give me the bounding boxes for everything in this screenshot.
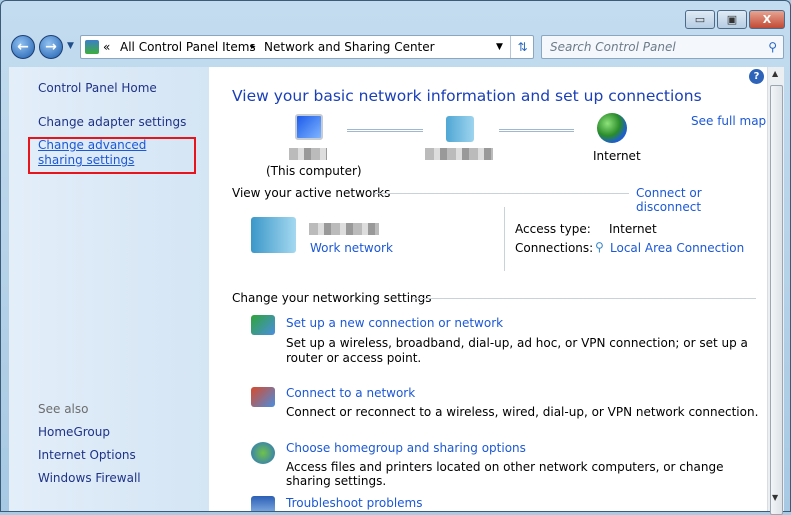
control-panel-home-link[interactable]: Control Panel Home <box>38 81 209 95</box>
setup-new-connection-link[interactable]: Set up a new connection or network <box>286 316 503 330</box>
troubleshoot-problems-link[interactable]: Troubleshoot problems <box>286 496 422 510</box>
divider <box>374 193 629 194</box>
computer-name-redacted <box>289 148 327 160</box>
vertical-scrollbar[interactable]: ▲ ▼ <box>767 67 784 515</box>
breadcrumb-all-control-panel-items[interactable]: All Control Panel Items <box>120 36 256 58</box>
search-input[interactable]: Search Control Panel ⚲ <box>541 35 784 59</box>
see-full-map-link[interactable]: See full map <box>691 114 766 128</box>
scroll-down-arrow[interactable]: ▼ <box>772 493 778 502</box>
internet-label: Internet <box>593 149 641 163</box>
task-description: Connect or reconnect to a wireless, wire… <box>286 405 759 419</box>
recent-pages-dropdown[interactable]: ▼ <box>67 41 74 51</box>
back-button[interactable]: ← <box>11 35 35 59</box>
control-panel-icon <box>85 40 99 54</box>
work-network-link[interactable]: Work network <box>310 241 393 255</box>
windows-firewall-link[interactable]: Windows Firewall <box>38 471 141 485</box>
internet-globe-icon <box>597 113 627 143</box>
access-type-value: Internet <box>609 222 657 236</box>
scroll-up-arrow[interactable]: ▲ <box>772 69 778 78</box>
ethernet-icon: ⚲ <box>595 240 604 254</box>
minimize-button[interactable]: ▭ <box>685 10 715 29</box>
change-adapter-settings-link[interactable]: Change adapter settings <box>38 115 209 129</box>
maximize-button[interactable]: ▣ <box>717 10 747 29</box>
homegroup-sharing-link[interactable]: Choose homegroup and sharing options <box>286 441 526 455</box>
this-computer-label: (This computer) <box>266 164 362 178</box>
network-name-redacted <box>309 223 379 235</box>
active-networks-heading: View your active networks <box>232 186 391 200</box>
address-bar[interactable]: « All Control Panel Items ▸ Network and … <box>80 35 534 59</box>
breadcrumb-network-and-sharing-center[interactable]: Network and Sharing Center <box>264 36 435 58</box>
main-content: ? View your basic network information an… <box>209 67 767 511</box>
see-also-heading: See also <box>38 402 89 416</box>
highlight-box <box>28 137 196 174</box>
work-network-icon <box>251 217 296 253</box>
connection-line <box>499 129 574 132</box>
breadcrumb-separator[interactable]: ▸ <box>251 36 256 58</box>
page-title: View your basic network information and … <box>232 87 702 105</box>
address-dropdown-icon[interactable]: ▼ <box>496 36 503 58</box>
connect-to-network-link[interactable]: Connect to a network <box>286 386 415 400</box>
breadcrumb-overflow[interactable]: « <box>103 36 110 58</box>
change-settings-heading: Change your networking settings <box>232 291 432 305</box>
homegroup-link[interactable]: HomeGroup <box>38 425 110 439</box>
troubleshoot-icon <box>251 496 275 511</box>
network-name-redacted <box>425 148 493 160</box>
help-icon[interactable]: ? <box>749 69 764 84</box>
task-description: Access files and printers located on oth… <box>286 460 724 488</box>
access-type-label: Access type: <box>515 222 591 236</box>
refresh-icon[interactable]: ⇅ <box>510 36 534 58</box>
divider <box>504 207 505 271</box>
connect-network-icon <box>251 387 275 407</box>
scrollbar-thumb[interactable] <box>770 85 783 515</box>
homegroup-icon <box>251 442 275 464</box>
connect-or-disconnect-link[interactable]: Connect or disconnect <box>636 186 767 214</box>
connections-label: Connections: <box>515 241 594 255</box>
forward-button[interactable]: → <box>39 35 63 59</box>
computer-icon <box>295 114 323 140</box>
divider <box>413 298 756 299</box>
task-description: Set up a wireless, broadband, dial-up, a… <box>286 336 748 365</box>
sidebar: Control Panel Home Change adapter settin… <box>9 67 209 511</box>
window: ▭ ▣ X ← → ▼ « All Control Panel Items ▸ … <box>0 0 791 515</box>
new-connection-icon <box>251 315 275 335</box>
close-button[interactable]: X <box>749 10 785 29</box>
search-icon[interactable]: ⚲ <box>768 36 777 58</box>
local-area-connection-link[interactable]: Local Area Connection <box>610 241 744 255</box>
internet-options-link[interactable]: Internet Options <box>38 448 136 462</box>
network-icon <box>446 116 474 142</box>
connection-line <box>347 129 423 132</box>
